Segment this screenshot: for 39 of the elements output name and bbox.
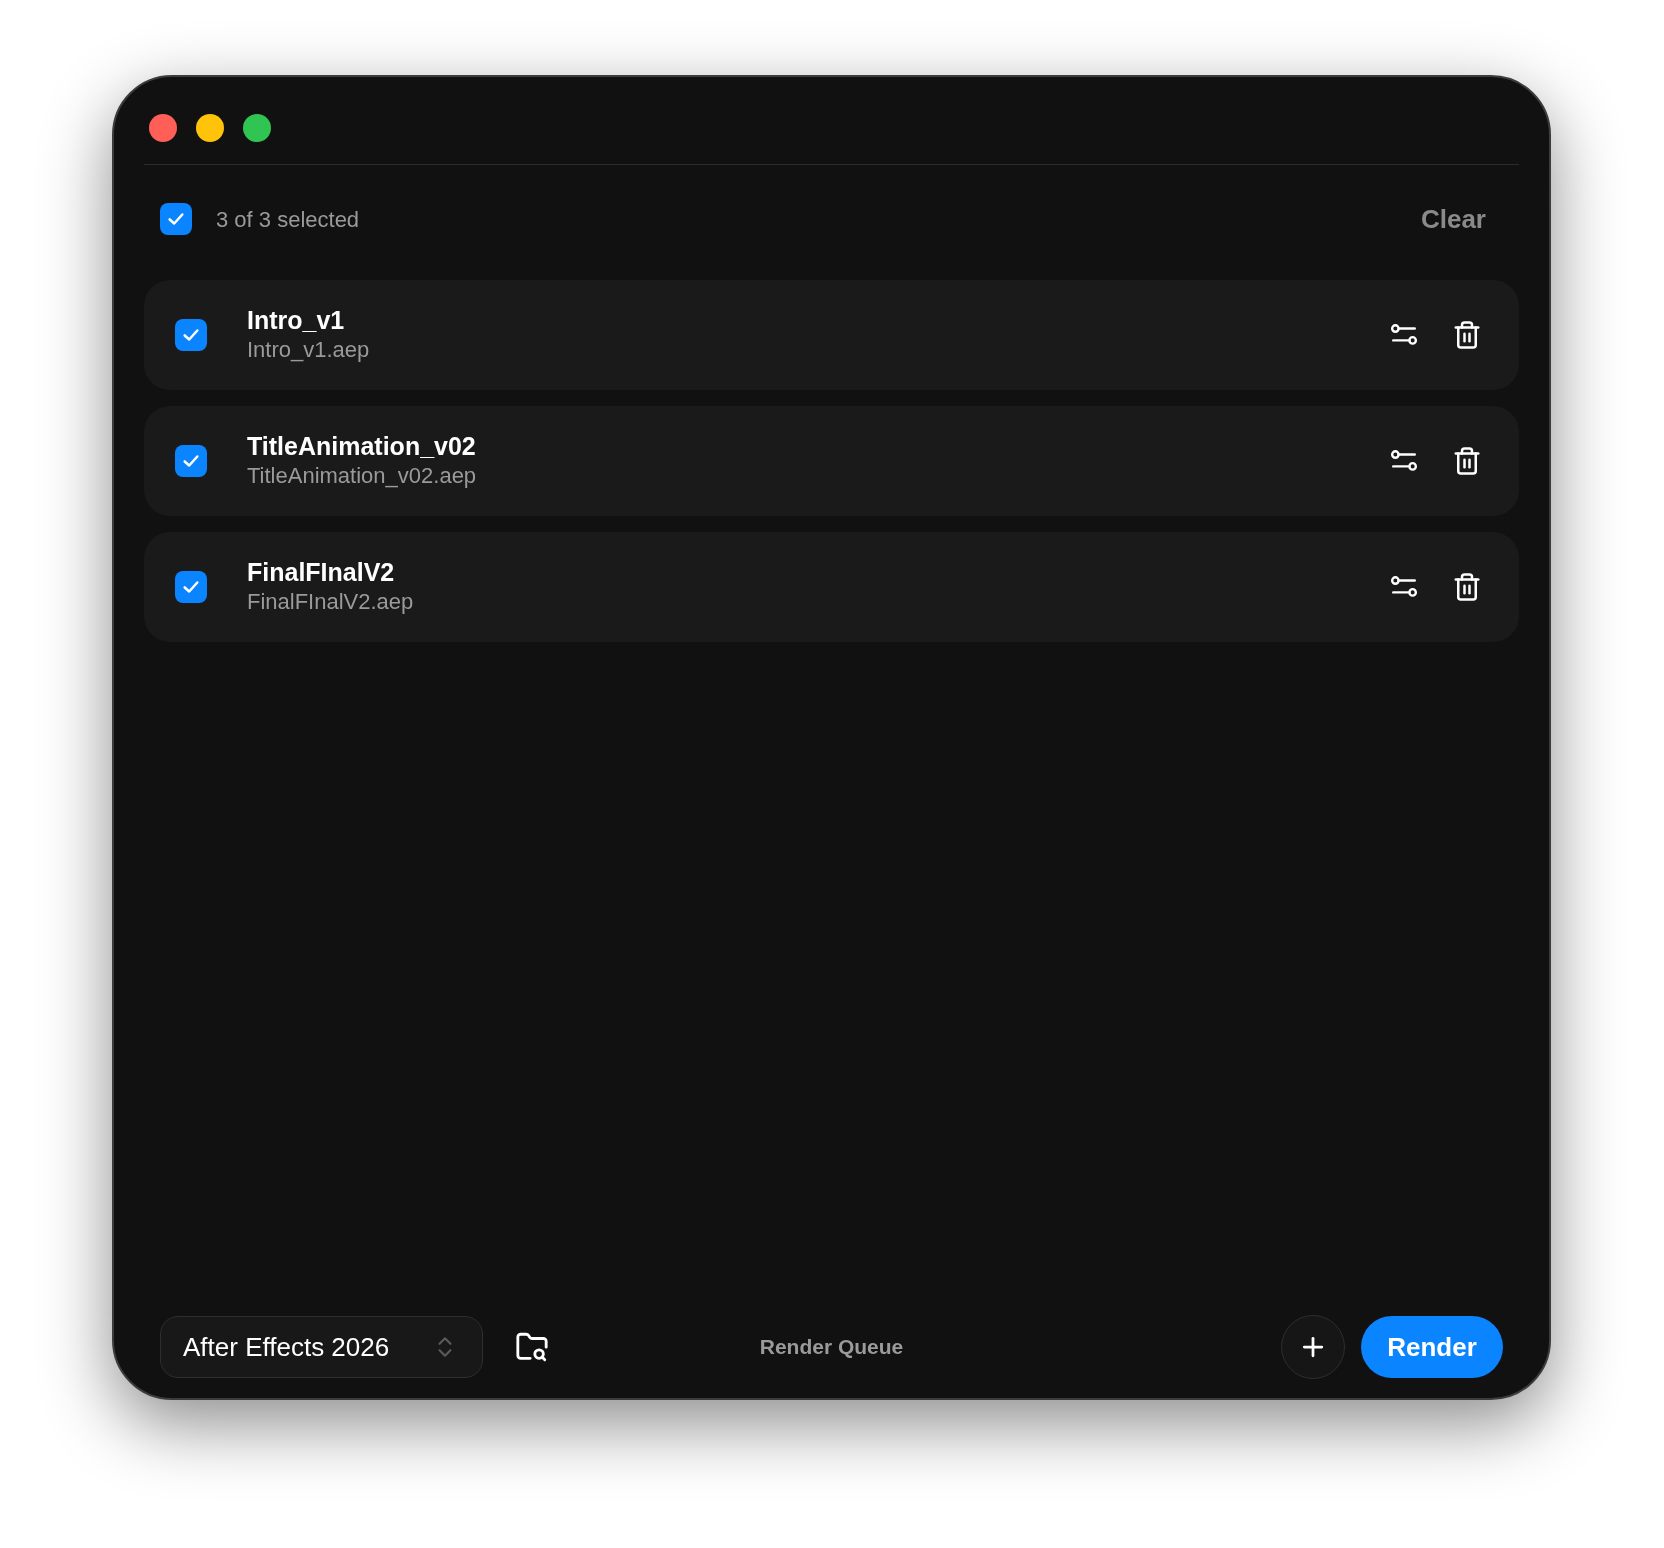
check-icon	[167, 210, 185, 228]
delete-button[interactable]	[1452, 320, 1482, 350]
check-icon	[182, 326, 200, 344]
item-filename: FinalFInalV2.aep	[247, 588, 414, 616]
queue-item[interactable]: FinalFInalV2 FinalFInalV2.aep	[144, 532, 1519, 642]
selection-count: 3 of 3 selected	[216, 205, 360, 234]
clear-button[interactable]: Clear	[1420, 199, 1486, 239]
item-title: TitleAnimation_v02	[247, 431, 477, 461]
settings-button[interactable]	[1390, 448, 1418, 474]
queue-item[interactable]: Intro_v1 Intro_v1.aep	[144, 280, 1519, 390]
checkbox[interactable]	[175, 445, 207, 477]
check-icon	[182, 452, 200, 470]
app-version-select[interactable]: After Effects 2026	[160, 1316, 483, 1378]
settings-button[interactable]	[1390, 322, 1418, 348]
trash-icon	[1452, 320, 1482, 350]
checkbox[interactable]	[175, 571, 207, 603]
delete-button[interactable]	[1452, 446, 1482, 476]
item-filename: TitleAnimation_v02.aep	[247, 462, 477, 490]
settings-button[interactable]	[1390, 574, 1418, 600]
browse-folder-button[interactable]	[515, 1330, 549, 1364]
delete-button[interactable]	[1452, 572, 1482, 602]
minimize-button[interactable]	[196, 114, 224, 142]
trash-icon	[1452, 572, 1482, 602]
footer-title: Render Queue	[759, 1334, 904, 1361]
queue-item[interactable]: TitleAnimation_v02 TitleAnimation_v02.aep	[144, 406, 1519, 516]
item-title: Intro_v1	[247, 305, 346, 335]
checkbox[interactable]	[175, 319, 207, 351]
check-icon	[182, 578, 200, 596]
maximize-button[interactable]	[243, 114, 271, 142]
close-button[interactable]	[149, 114, 177, 142]
sliders-icon	[1390, 322, 1418, 348]
render-button[interactable]: Render	[1361, 1316, 1503, 1378]
folder-search-icon	[515, 1330, 549, 1364]
checkbox[interactable]	[160, 203, 192, 235]
sliders-icon	[1390, 574, 1418, 600]
item-title: FinalFInalV2	[247, 557, 396, 587]
item-filename: Intro_v1.aep	[247, 336, 370, 364]
sliders-icon	[1390, 448, 1418, 474]
trash-icon	[1452, 446, 1482, 476]
